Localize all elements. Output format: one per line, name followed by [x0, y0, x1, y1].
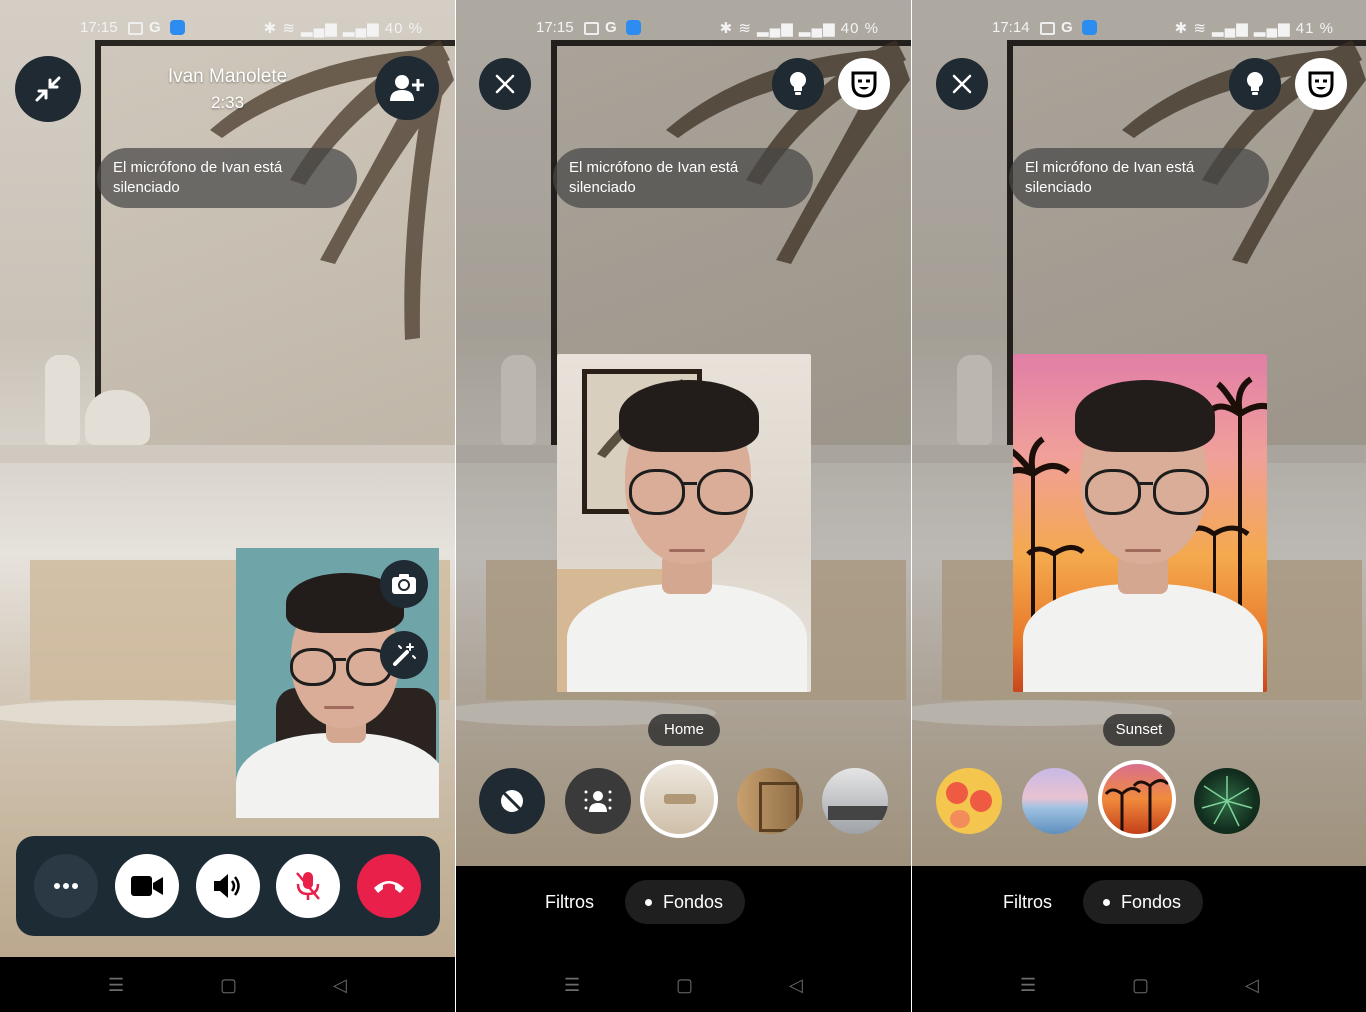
home-nav-button[interactable]: ▢: [1132, 975, 1149, 996]
magic-wand-icon: [393, 643, 416, 666]
video-notification-icon: [584, 22, 599, 35]
disable-effect-icon: [500, 789, 524, 813]
background-thumb-home[interactable]: [640, 760, 718, 838]
background-thumb-sunset[interactable]: [1098, 760, 1176, 838]
switch-camera-button[interactable]: [380, 560, 428, 608]
end-call-button[interactable]: [357, 854, 421, 918]
battery-level: 41 %: [1295, 20, 1334, 37]
video-notification-icon: [1040, 22, 1055, 35]
effect-name-chip: Sunset: [1103, 714, 1175, 746]
tab-backgrounds[interactable]: Fondos: [625, 880, 746, 924]
effects-screen-home: 17:15 G ✱ ≋ ▂▄▆ ▂▄▆ 40 % El micrófono de…: [456, 0, 911, 1012]
masks-button[interactable]: [838, 58, 890, 110]
signal-icons: ✱ ≋ ▂▄▆ ▂▄▆: [263, 20, 385, 37]
camera-toggle-button[interactable]: [115, 854, 179, 918]
tab-filters[interactable]: Filtros: [545, 880, 594, 924]
lighting-button[interactable]: [772, 58, 824, 110]
mask-icon: [851, 71, 877, 98]
self-preview: [557, 354, 811, 692]
tab-filters[interactable]: Filtros: [1003, 880, 1052, 924]
background-thumb-kitchen[interactable]: [822, 768, 888, 834]
battery-level: 40 %: [384, 20, 423, 37]
no-effect-button[interactable]: [479, 768, 545, 834]
back-nav-button[interactable]: ◁: [789, 975, 803, 996]
status-bar: 17:14 G ✱ ≋ ▂▄▆ ▂▄▆ 41 %: [912, 19, 1366, 41]
mute-mic-button[interactable]: [276, 854, 340, 918]
back-nav-button[interactable]: ◁: [333, 975, 347, 996]
background-thumb-birds[interactable]: [936, 768, 1002, 834]
blur-person-icon: [584, 790, 612, 812]
signal-icons: ✱ ≋ ▂▄▆ ▂▄▆: [719, 20, 841, 37]
mic-off-icon: [296, 872, 320, 900]
speaker-icon: [214, 874, 240, 898]
status-bar: 17:15 G ✱ ≋ ▂▄▆ ▂▄▆ 40 %: [456, 19, 911, 41]
status-time: 17:14: [992, 19, 1030, 36]
effects-tabs: Filtros Fondos: [912, 866, 1366, 957]
battery-level: 40 %: [840, 20, 879, 37]
more-options-button[interactable]: [34, 854, 98, 918]
effects-screen-sunset: 17:14 G ✱ ≋ ▂▄▆ ▂▄▆ 41 % El micrófono de…: [912, 0, 1366, 1012]
home-nav-button[interactable]: ▢: [676, 975, 693, 996]
blur-background-button[interactable]: [565, 768, 631, 834]
call-duration: 2:33: [210, 93, 245, 112]
app-notification-icon: [626, 20, 641, 35]
effects-tabs: Filtros Fondos: [456, 866, 911, 957]
call-controls: [16, 836, 440, 936]
mic-muted-toast: El micrófono de Ivan está silenciado: [1009, 148, 1269, 208]
self-preview: [1013, 354, 1267, 692]
mask-icon: [1308, 71, 1334, 98]
more-dots-icon: [54, 883, 78, 889]
close-effects-button[interactable]: [936, 58, 988, 110]
minimize-call-button[interactable]: [15, 56, 81, 122]
hang-up-icon: [374, 881, 404, 893]
add-person-icon: [390, 75, 424, 101]
recents-nav-button[interactable]: ☰: [108, 975, 124, 996]
effect-name-chip: Home: [648, 714, 720, 746]
minimize-icon: [35, 76, 61, 102]
tab-backgrounds[interactable]: Fondos: [1083, 880, 1204, 924]
app-notification-icon: [1082, 20, 1097, 35]
video-camera-icon: [131, 876, 163, 896]
lighting-button[interactable]: [1229, 58, 1281, 110]
status-bar: 17:15 G ✱ ≋ ▂▄▆ ▂▄▆ 40 %: [0, 19, 455, 41]
video-notification-icon: [128, 22, 143, 35]
system-nav-bar: ☰ ▢ ◁: [456, 957, 911, 1012]
call-screen: 17:15 G ✱ ≋ ▂▄▆ ▂▄▆ 40 % Ivan Manolete 2…: [0, 0, 455, 1012]
switch-camera-icon: [392, 574, 416, 594]
recents-nav-button[interactable]: ☰: [1020, 975, 1036, 996]
recents-nav-button[interactable]: ☰: [564, 975, 580, 996]
effects-button[interactable]: [380, 631, 428, 679]
background-thumb-fireworks[interactable]: [1194, 768, 1260, 834]
status-time: 17:15: [536, 19, 574, 36]
add-person-button[interactable]: [375, 56, 439, 120]
lightbulb-icon: [1247, 72, 1263, 95]
back-nav-button[interactable]: ◁: [1245, 975, 1259, 996]
caller-name: Ivan Manolete: [167, 66, 288, 87]
close-icon: [495, 74, 515, 94]
google-icon: G: [149, 19, 161, 36]
system-nav-bar: ☰ ▢ ◁: [912, 957, 1366, 1012]
app-notification-icon: [170, 20, 185, 35]
lightbulb-icon: [790, 72, 806, 95]
mic-muted-toast: El micrófono de Ivan está silenciado: [553, 148, 813, 208]
home-nav-button[interactable]: ▢: [220, 975, 237, 996]
system-nav-bar: ☰ ▢ ◁: [0, 957, 455, 1012]
signal-icons: ✱ ≋ ▂▄▆ ▂▄▆: [1174, 20, 1296, 37]
mic-muted-toast: El micrófono de Ivan está silenciado: [97, 148, 357, 208]
background-thumb-library[interactable]: [737, 768, 803, 834]
google-icon: G: [1061, 19, 1073, 36]
google-icon: G: [605, 19, 617, 36]
close-icon: [952, 74, 972, 94]
status-time: 17:15: [80, 19, 118, 36]
speaker-button[interactable]: [196, 854, 260, 918]
background-thumb-beach[interactable]: [1022, 768, 1088, 834]
close-effects-button[interactable]: [479, 58, 531, 110]
masks-button[interactable]: [1295, 58, 1347, 110]
